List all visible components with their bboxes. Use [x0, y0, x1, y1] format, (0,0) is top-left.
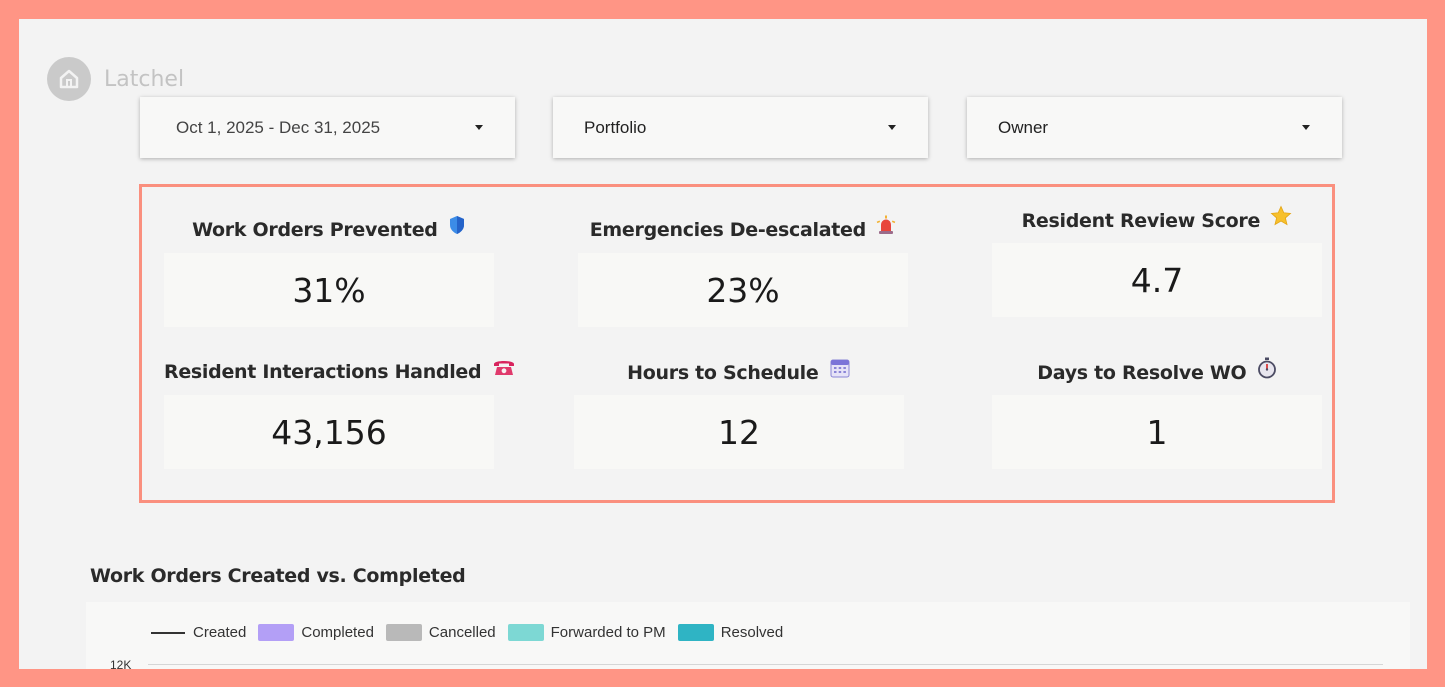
stopwatch-icon: [1257, 357, 1277, 386]
work-orders-chart: Created Completed Cancelled Forwarded to…: [86, 602, 1410, 669]
kpi-scorecard-panel: Work Orders Prevented 31% Emergencies De…: [139, 184, 1335, 503]
legend-swatch: [677, 624, 714, 641]
shield-icon: [448, 215, 466, 242]
legend-item-resolved[interactable]: Resolved: [677, 624, 784, 641]
kpi-title: Hours to Schedule: [574, 359, 904, 385]
caret-down-icon: [888, 125, 896, 130]
kpi-title: Work Orders Prevented: [164, 215, 494, 243]
calendar-icon: [829, 357, 851, 386]
owner-value: Owner: [998, 117, 1049, 137]
star-icon: [1270, 205, 1292, 234]
kpi-title: Resident Interactions Handled: [164, 359, 514, 385]
kpi-resident-review-score: Resident Review Score 4.7: [992, 205, 1322, 317]
legend-item-cancelled[interactable]: Cancelled: [385, 624, 496, 641]
kpi-value: 43,156: [164, 395, 494, 469]
brand-name: Latchel: [104, 66, 185, 92]
legend-label: Resolved: [720, 624, 784, 641]
date-range-dropdown[interactable]: Oct 1, 2025 - Dec 31, 2025: [140, 97, 515, 158]
legend-swatch: [258, 624, 295, 641]
caret-down-icon: [475, 125, 483, 130]
legend-label: Created: [193, 624, 247, 641]
kpi-days-to-resolve-wo: Days to Resolve WO 1: [992, 357, 1322, 469]
kpi-work-orders-prevented: Work Orders Prevented 31%: [164, 215, 494, 327]
kpi-value: 4.7: [992, 243, 1322, 317]
portfolio-dropdown[interactable]: Portfolio: [553, 97, 928, 158]
legend-label: Completed: [301, 624, 374, 641]
legend-line-swatch: [151, 631, 185, 634]
telephone-icon: [492, 357, 516, 384]
legend-label: Forwarded to PM: [550, 624, 666, 641]
kpi-emergencies-de-escalated: Emergencies De-escalated 23%: [578, 215, 908, 327]
kpi-resident-interactions-handled: Resident Interactions Handled 43,156: [164, 359, 514, 469]
portfolio-value: Portfolio: [584, 117, 647, 137]
house-icon: [47, 57, 91, 101]
kpi-hours-to-schedule: Hours to Schedule 12: [574, 359, 904, 469]
legend-swatch: [385, 624, 422, 641]
kpi-value: 23%: [578, 253, 908, 327]
kpi-title: Resident Review Score: [992, 205, 1322, 234]
chart-gridline: [148, 664, 1383, 665]
legend-item-completed[interactable]: Completed: [258, 624, 374, 641]
siren-icon: [876, 215, 896, 242]
chart-title: Work Orders Created vs. Completed: [90, 565, 466, 587]
kpi-title: Days to Resolve WO: [992, 357, 1322, 386]
kpi-value: 1: [992, 395, 1322, 469]
y-axis-tick-label: 12K: [110, 658, 132, 669]
dashboard-page: Latchel Oct 1, 2025 - Dec 31, 2025 Portf…: [19, 19, 1427, 669]
legend-item-created[interactable]: Created: [151, 624, 246, 641]
owner-dropdown[interactable]: Owner: [967, 97, 1342, 158]
caret-down-icon: [1302, 125, 1310, 130]
chart-legend: Created Completed Cancelled Forwarded to…: [151, 624, 795, 641]
kpi-title: Emergencies De-escalated: [578, 215, 908, 243]
legend-item-forwarded-to-pm[interactable]: Forwarded to PM: [507, 624, 666, 641]
kpi-value: 31%: [164, 253, 494, 327]
legend-swatch: [507, 624, 544, 641]
date-range-value: Oct 1, 2025 - Dec 31, 2025: [176, 117, 381, 137]
latchel-logo: Latchel: [47, 57, 184, 101]
legend-label: Cancelled: [428, 624, 496, 641]
kpi-value: 12: [574, 395, 904, 469]
